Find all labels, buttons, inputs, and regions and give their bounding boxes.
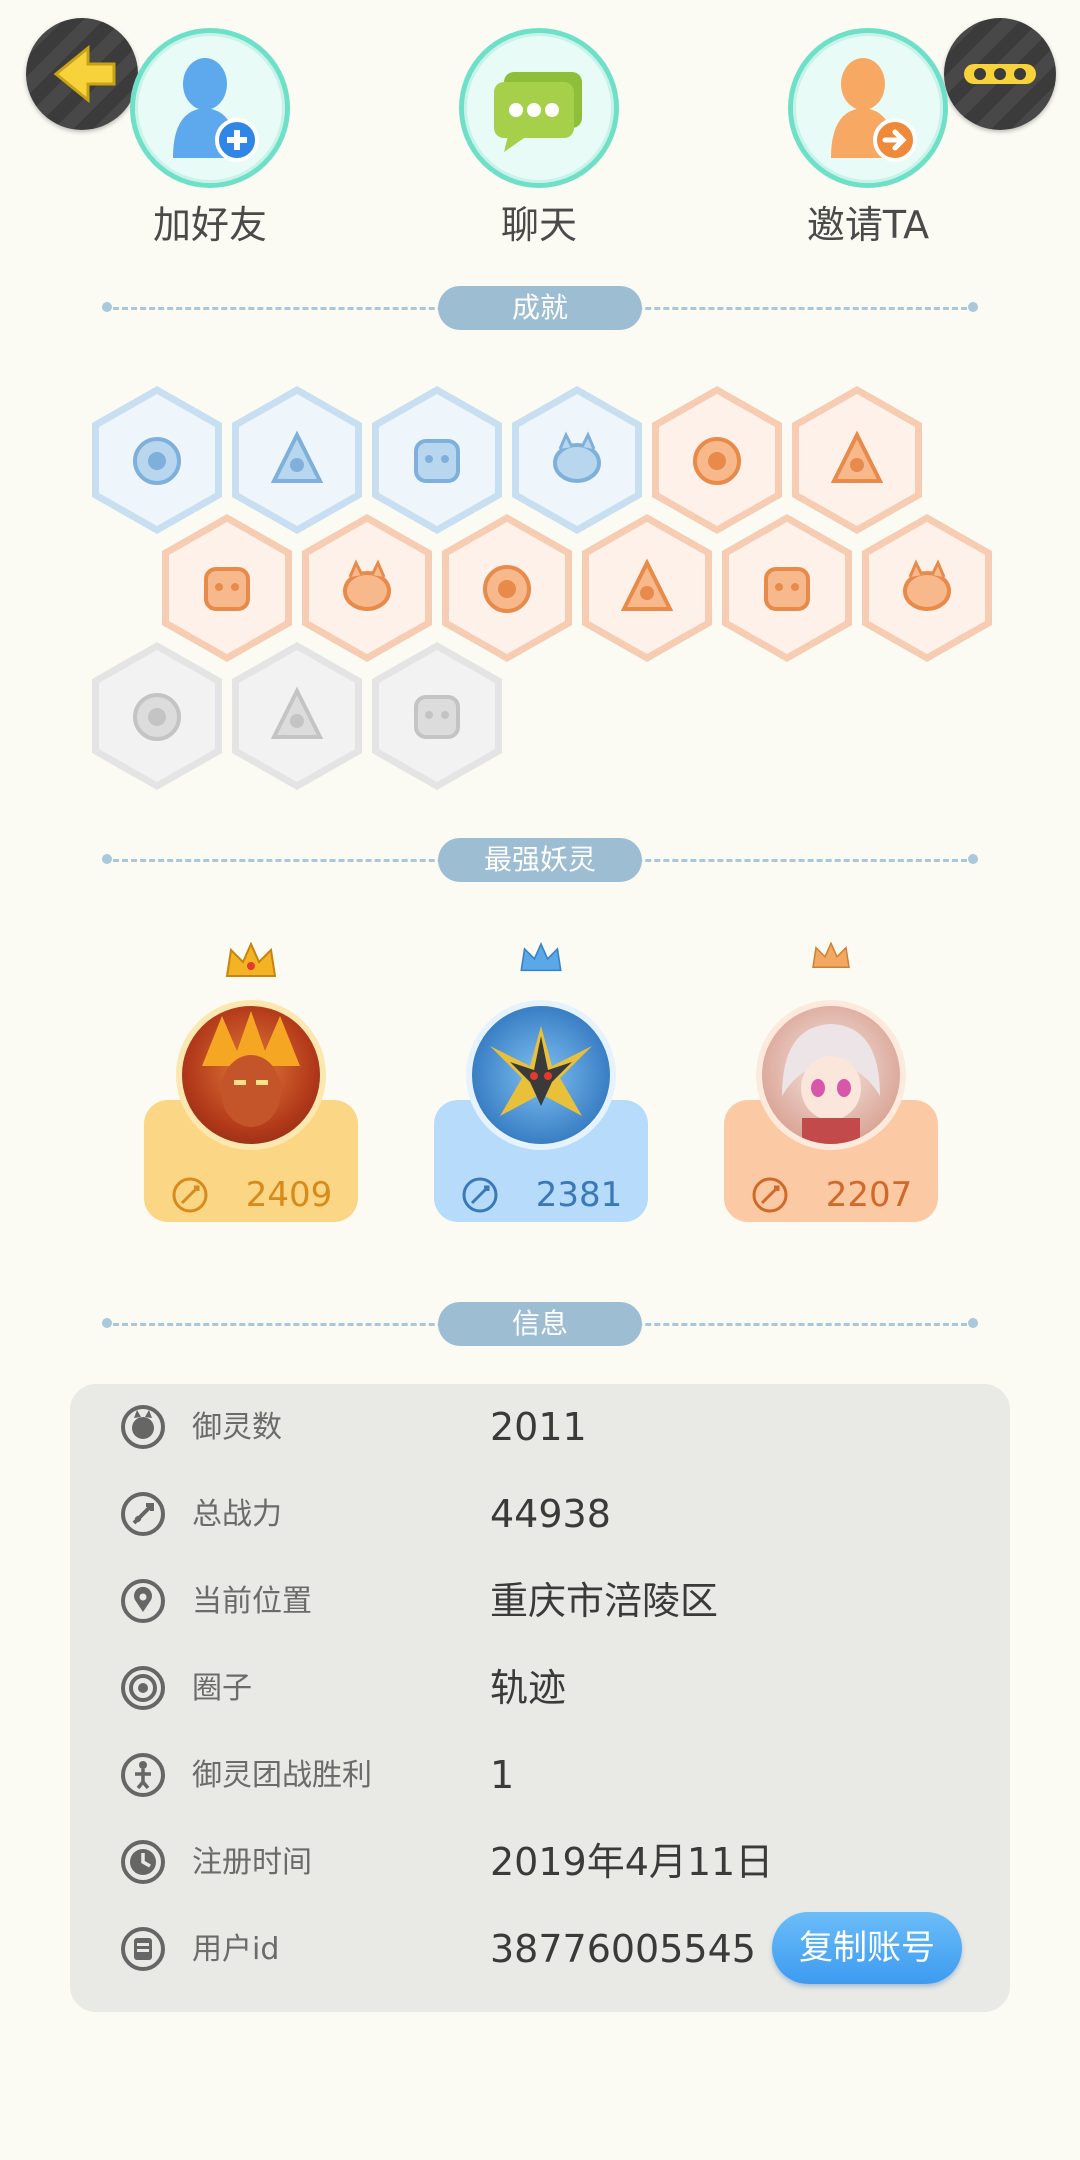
- info-row-circle: 圈子 轨迹: [70, 1645, 1010, 1732]
- strongest-title: 最强妖灵: [438, 838, 642, 882]
- info-label: 注册时间: [192, 1845, 312, 1880]
- target-sign-icon: [693, 437, 741, 485]
- info-label: 圈子: [192, 1671, 252, 1706]
- info-label: 用户id: [192, 1932, 280, 1967]
- info-row-register-time: 注册时间 2019年4月11日: [70, 1819, 1010, 1906]
- achievement-badge[interactable]: [92, 642, 222, 790]
- achievement-badge[interactable]: [722, 514, 852, 662]
- achievement-badge[interactable]: [652, 386, 782, 534]
- chat-icon: [494, 72, 582, 152]
- chat-button[interactable]: 聊天: [459, 28, 619, 249]
- location-pin-icon: [121, 1579, 165, 1623]
- white-hair-girl-portrait: [756, 1000, 906, 1150]
- invite-label: 邀请TA: [806, 203, 930, 247]
- trophy-figure-icon: [121, 1753, 165, 1797]
- fire-warrior-portrait: [176, 1000, 326, 1150]
- book-cat-icon: [414, 695, 460, 739]
- crown-icon: [520, 942, 562, 972]
- cart-cat-icon: [133, 693, 181, 741]
- strongest-power-2: 2381: [535, 1175, 623, 1215]
- achievement-badge[interactable]: [582, 514, 712, 662]
- info-label: 御灵团战胜利: [192, 1758, 372, 1793]
- horned-statue-icon: [270, 686, 324, 739]
- achievement-badge[interactable]: [162, 514, 292, 662]
- achievement-badge[interactable]: [372, 642, 502, 790]
- moon-icon: [830, 430, 884, 483]
- crown-icon: [225, 941, 277, 977]
- crown-icon: [812, 941, 850, 968]
- info-value: 2019年4月11日: [490, 1840, 774, 1884]
- info-label: 当前位置: [192, 1584, 312, 1619]
- achievement-badge[interactable]: [442, 514, 572, 662]
- info-row-spirit-count: 御灵数 2011: [70, 1384, 1010, 1471]
- back-button[interactable]: [26, 18, 138, 130]
- invite-icon: [831, 58, 917, 162]
- achievement-badge[interactable]: [232, 642, 362, 790]
- sneaker-icon: [133, 437, 181, 485]
- back-arrow-icon: [53, 44, 116, 104]
- strongest-power-3: 2207: [825, 1175, 913, 1215]
- more-button[interactable]: [944, 18, 1056, 130]
- invite-button[interactable]: 邀请TA: [788, 28, 948, 249]
- achievement-badge[interactable]: [372, 386, 502, 534]
- info-title: 信息: [438, 1302, 642, 1346]
- spirit-balloon-icon: [414, 439, 460, 483]
- info-row-location: 当前位置 重庆市涪陵区: [70, 1558, 1010, 1645]
- circle-target-icon: [121, 1666, 165, 1710]
- info-value: 38776005545: [490, 1927, 756, 1971]
- info-value: 44938: [490, 1492, 611, 1536]
- crystal-beast-portrait: [466, 1000, 616, 1150]
- achievement-badge[interactable]: [792, 386, 922, 534]
- crystal-egg-icon: [343, 559, 391, 611]
- power-sword-icon: [462, 1177, 498, 1213]
- achievements-title: 成就: [438, 286, 642, 330]
- strongest-power-1: 2409: [245, 1175, 333, 1215]
- add-friend-button[interactable]: 加好友: [130, 28, 290, 249]
- id-card-icon: [121, 1927, 165, 1971]
- clock-icon: [121, 1840, 165, 1884]
- info-value: 1: [490, 1753, 515, 1797]
- achievement-badge[interactable]: [232, 386, 362, 534]
- achievement-badge[interactable]: [862, 514, 992, 662]
- scroll-shield-icon: [903, 559, 951, 611]
- info-row-total-power: 总战力 44938: [70, 1471, 1010, 1558]
- spirit-count-icon: [121, 1405, 165, 1449]
- info-label: 御灵数: [192, 1410, 282, 1445]
- info-row-team-wins: 御灵团战胜利 1: [70, 1732, 1010, 1819]
- mushroom-icon: [204, 567, 250, 611]
- info-header: 信息: [102, 1302, 978, 1346]
- strongest-header: 最强妖灵: [102, 838, 978, 882]
- info-label: 总战力: [192, 1497, 282, 1532]
- info-value: 重庆市涪陵区: [490, 1579, 719, 1623]
- flame-spirit-icon: [620, 558, 674, 611]
- achievements-header: 成就: [102, 286, 978, 330]
- info-value: 2011: [490, 1405, 587, 1449]
- add-friend-icon: [173, 58, 259, 162]
- achievement-badge[interactable]: [512, 386, 642, 534]
- achievement-badge[interactable]: [302, 514, 432, 662]
- info-panel: 御灵数 2011 总战力 44938 当前位置 重庆市涪陵区 圈子 轨迹 御灵团…: [70, 1384, 1010, 2012]
- power-sword-icon: [121, 1492, 165, 1536]
- power-sword-icon: [752, 1177, 788, 1213]
- copy-account-button[interactable]: 复制账号: [772, 1912, 962, 1984]
- cat-face-icon: [270, 430, 324, 483]
- taiji-wave-icon: [483, 565, 531, 613]
- add-friend-label: 加好友: [152, 203, 267, 247]
- chat-label: 聊天: [500, 203, 577, 247]
- taiji-pouch-icon: [553, 431, 601, 483]
- info-value: 轨迹: [490, 1666, 567, 1710]
- more-dots-icon: [964, 64, 1036, 84]
- achievement-badge[interactable]: [92, 386, 222, 534]
- koi-fish-icon: [764, 567, 810, 611]
- power-sword-icon: [172, 1177, 208, 1213]
